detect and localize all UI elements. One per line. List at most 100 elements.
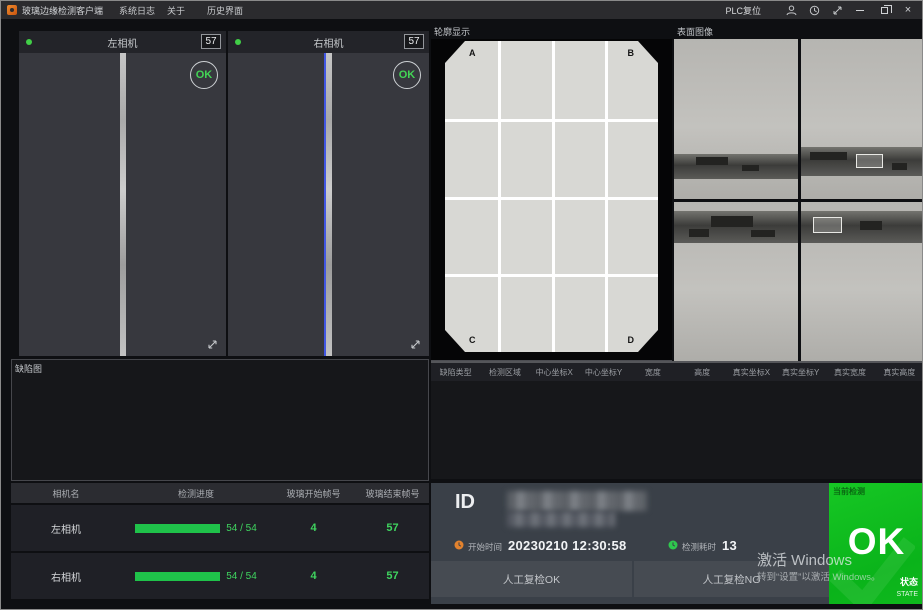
column-header: 玻璃开始帧号: [271, 487, 356, 500]
camera-stats-table: 相机名 检测进度 玻璃开始帧号 玻璃结束帧号 左相机 54 / 54 4 57 …: [11, 483, 429, 599]
duration-label: 检测耗时: [682, 541, 716, 553]
id-value-redacted: [507, 491, 647, 511]
duration-value: 13: [722, 538, 737, 553]
surface-image-bottom-left: [674, 202, 798, 362]
defect-table: 缺陷类型 检测区域 中心坐标X 中心坐标Y 宽度 高度 真实坐标X 真实坐标Y …: [431, 361, 923, 479]
progress-text: 54 / 54: [226, 523, 257, 534]
app-title: 玻璃边缘检测客户端: [22, 4, 103, 17]
glass-contour-grid: A B C D: [445, 41, 658, 352]
column-header: 真实宽度: [825, 367, 874, 378]
minimize-button[interactable]: [852, 3, 868, 17]
status-caption: 当前检测: [833, 486, 865, 497]
surface-panel-title: 表面图像: [674, 23, 923, 39]
corner-label-a: A: [469, 48, 476, 58]
grid-line: [445, 274, 658, 277]
surface-image-panel: 表面图像: [674, 23, 923, 361]
contour-panel-title: 轮廓显示: [431, 23, 672, 39]
grid-line: [445, 197, 658, 200]
close-button[interactable]: ×: [900, 3, 916, 17]
current-result-status-box: 当前检测 OK 状态 STATE: [829, 483, 923, 604]
start-time-clock-icon: [454, 540, 464, 550]
contour-panel: 轮廓显示 A B C D: [431, 23, 672, 361]
defect-image-panel: 缺陷图: [11, 359, 429, 481]
progress-bar: [135, 572, 220, 581]
corner-label-b: B: [628, 48, 635, 58]
app-window: 玻璃边缘检测客户端 系统日志 关于 历史界面 PLC复位 × 左相机 57 OK: [0, 0, 923, 610]
menu-about[interactable]: 关于: [167, 4, 185, 17]
corner-label-d: D: [628, 335, 635, 345]
end-frame-cell: 57: [356, 570, 429, 582]
menu-history[interactable]: 历史界面: [207, 4, 243, 17]
right-camera-view[interactable]: OK: [228, 53, 429, 356]
column-header: 真实坐标X: [727, 367, 776, 378]
status-state-label: 状态: [900, 575, 918, 588]
id-label: ID: [455, 491, 475, 514]
column-header: 宽度: [628, 367, 677, 378]
left-camera-name: 左相机: [19, 35, 226, 50]
contour-display: A B C D: [431, 39, 672, 361]
device-edge-band: [674, 154, 798, 180]
progress-text: 54 / 54: [226, 571, 257, 582]
column-header: 真实坐标Y: [776, 367, 825, 378]
surface-image-top-left: [674, 39, 798, 199]
grid-line: [445, 119, 658, 122]
column-header: 中心坐标X: [530, 367, 579, 378]
column-header: 检测区域: [480, 367, 529, 378]
camera-name-cell: 左相机: [11, 521, 121, 536]
duration-clock-icon: [668, 540, 678, 550]
defect-image-panel-title: 缺陷图: [12, 360, 428, 376]
right-camera-frame-count: 57: [404, 34, 424, 49]
id-value-redacted: [507, 512, 615, 527]
start-time-value: 20230210 12:30:58: [508, 538, 627, 553]
glass-edge-strip: [120, 53, 126, 356]
surface-image-top-right: [801, 39, 923, 199]
title-bar: 玻璃边缘检测客户端 系统日志 关于 历史界面 PLC复位 ×: [1, 1, 922, 19]
column-header: 缺陷类型: [431, 367, 480, 378]
menu-system-log[interactable]: 系统日志: [119, 4, 155, 17]
camera-online-dot-icon: [235, 39, 241, 45]
start-frame-cell: 4: [271, 522, 356, 534]
windows-activation-watermark-sub: 转到“设置”以激活 Windows。: [757, 569, 881, 583]
column-header: 检测进度: [121, 487, 271, 500]
left-camera-header: 左相机 57: [19, 31, 226, 53]
inspection-result-panel: ID 开始时间 20230210 12:30:58 检测耗时 13 人工复检OK…: [431, 483, 923, 604]
surface-image-grid: [674, 39, 923, 361]
resize-arrows-icon[interactable]: [830, 3, 844, 17]
plc-reset-button[interactable]: PLC复位: [725, 4, 761, 17]
left-camera-frame-count: 57: [201, 34, 221, 49]
status-state-label-en: STATE: [896, 591, 918, 598]
table-row: 左相机 54 / 54 4 57: [11, 505, 429, 551]
right-camera-header: 右相机 57: [228, 31, 429, 53]
app-logo-icon: [7, 5, 17, 15]
restore-button[interactable]: [876, 3, 892, 17]
glass-edge-strip: [326, 53, 332, 356]
windows-activation-watermark: 激活 Windows: [757, 549, 852, 570]
defect-table-header: 缺陷类型 检测区域 中心坐标X 中心坐标Y 宽度 高度 真实坐标X 真实坐标Y …: [431, 363, 923, 381]
left-camera-panel: 左相机 57 OK: [19, 31, 226, 356]
end-frame-cell: 57: [356, 522, 429, 534]
column-header: 相机名: [11, 487, 121, 500]
right-camera-status-badge: OK: [393, 61, 421, 89]
start-time-label: 开始时间: [468, 541, 502, 553]
expand-icon[interactable]: [206, 338, 219, 351]
right-camera-name: 右相机: [228, 35, 429, 50]
stats-table-header: 相机名 检测进度 玻璃开始帧号 玻璃结束帧号: [11, 483, 429, 503]
manual-recheck-ok-button[interactable]: 人工复检OK: [431, 561, 632, 597]
table-row: 右相机 54 / 54 4 57: [11, 553, 429, 599]
left-camera-status-badge: OK: [190, 61, 218, 89]
corner-label-c: C: [469, 335, 476, 345]
left-camera-view[interactable]: OK: [19, 53, 226, 356]
column-header: 高度: [677, 367, 726, 378]
start-frame-cell: 4: [271, 570, 356, 582]
camera-name-cell: 右相机: [11, 569, 121, 584]
surface-image-bottom-right: [801, 202, 923, 362]
history-clock-icon[interactable]: [807, 3, 821, 17]
progress-bar: [135, 524, 220, 533]
user-icon[interactable]: [784, 3, 798, 17]
column-header: 真实高度: [875, 367, 923, 378]
right-camera-panel: 右相机 57 OK: [228, 31, 429, 356]
column-header: 中心坐标Y: [579, 367, 628, 378]
expand-icon[interactable]: [409, 338, 422, 351]
camera-online-dot-icon: [26, 39, 32, 45]
column-header: 玻璃结束帧号: [356, 487, 429, 500]
